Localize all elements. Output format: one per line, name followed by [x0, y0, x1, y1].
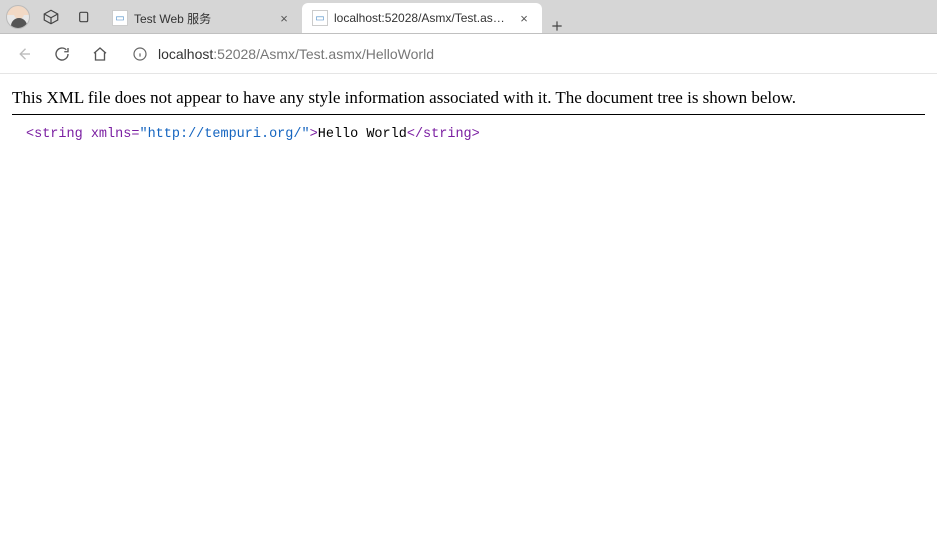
xml-attr-name: xmlns	[91, 127, 132, 142]
tab-active[interactable]: ▭ localhost:52028/Asmx/Test.asmx/ ×	[302, 3, 542, 33]
page-favicon-icon: ▭	[112, 10, 128, 26]
refresh-button[interactable]	[46, 38, 78, 70]
url-path: :52028/Asmx/Test.asmx/HelloWorld	[213, 46, 434, 62]
url-text: localhost:52028/Asmx/Test.asmx/HelloWorl…	[158, 46, 434, 62]
site-info-icon[interactable]	[130, 44, 150, 64]
home-button[interactable]	[84, 38, 116, 70]
back-button[interactable]	[8, 38, 40, 70]
workspaces-icon[interactable]	[38, 4, 64, 30]
xml-attr-value: http://tempuri.org/	[148, 127, 302, 142]
tab-title: Test Web 服务	[134, 10, 270, 27]
xml-close-angle: >	[310, 127, 318, 142]
xml-end-close: >	[472, 127, 480, 142]
address-bar[interactable]: localhost:52028/Asmx/Test.asmx/HelloWorl…	[122, 39, 929, 69]
tab-inactive[interactable]: ▭ Test Web 服务 ×	[102, 3, 302, 33]
tab-title: localhost:52028/Asmx/Test.asmx/	[334, 11, 510, 25]
close-icon[interactable]: ×	[276, 10, 292, 26]
xml-end-tag-name: string	[423, 127, 472, 142]
xml-source-line: <string xmlns="http://tempuri.org/">Hell…	[10, 127, 927, 142]
xml-space	[83, 127, 91, 142]
xml-tag-name: string	[34, 127, 83, 142]
url-host: localhost	[158, 46, 213, 62]
tabs-strip: ▭ Test Web 服务 × ▭ localhost:52028/Asmx/T…	[102, 0, 572, 33]
close-icon[interactable]: ×	[516, 10, 532, 26]
xml-quote: "	[139, 127, 147, 142]
page-favicon-icon: ▭	[312, 10, 328, 26]
tab-actions-icon[interactable]	[72, 4, 98, 30]
profile-avatar[interactable]	[6, 5, 30, 29]
xml-quote: "	[302, 127, 310, 142]
toolbar: localhost:52028/Asmx/Test.asmx/HelloWorl…	[0, 34, 937, 74]
titlebar: ▭ Test Web 服务 × ▭ localhost:52028/Asmx/T…	[0, 0, 937, 34]
xml-no-style-banner: This XML file does not appear to have an…	[12, 84, 925, 115]
new-tab-button[interactable]	[542, 19, 572, 33]
xml-open-angle: <	[26, 127, 34, 142]
titlebar-left	[0, 0, 98, 33]
xml-text-content: Hello World	[318, 127, 407, 142]
page-content: This XML file does not appear to have an…	[0, 74, 937, 152]
xml-end-open: </	[407, 127, 423, 142]
